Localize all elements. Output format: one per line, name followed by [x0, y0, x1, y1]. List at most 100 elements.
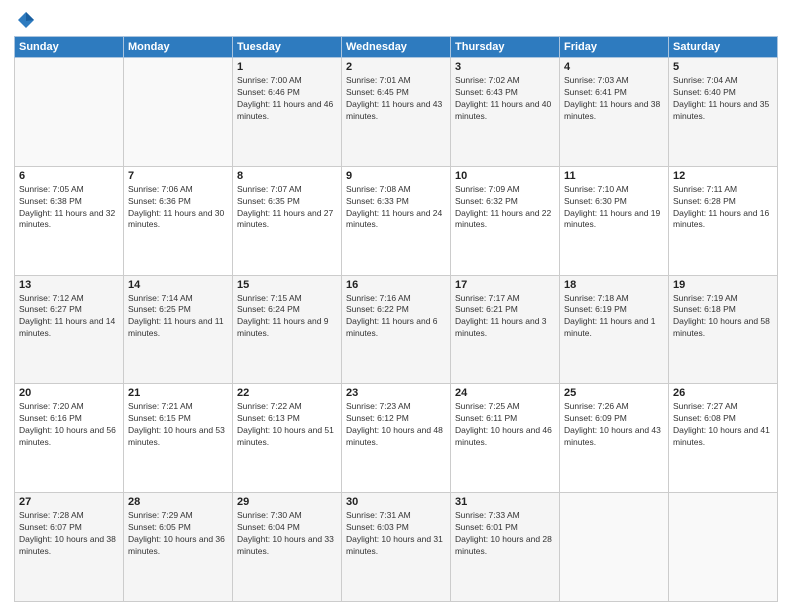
day-number: 10 [455, 170, 555, 182]
cell-info: Sunrise: 7:22 AMSunset: 6:13 PMDaylight:… [237, 401, 337, 449]
day-number: 29 [237, 496, 337, 508]
page: SundayMondayTuesdayWednesdayThursdayFrid… [0, 0, 792, 612]
cell-info: Sunrise: 7:07 AMSunset: 6:35 PMDaylight:… [237, 184, 337, 232]
calendar-cell: 30 Sunrise: 7:31 AMSunset: 6:03 PMDayligh… [342, 493, 451, 602]
cell-info: Sunrise: 7:25 AMSunset: 6:11 PMDaylight:… [455, 401, 555, 449]
day-number: 14 [128, 279, 228, 291]
calendar-cell: 26Sunrise: 7:27 AMSunset: 6:08 PMDayligh… [669, 384, 778, 493]
cell-info: Sunrise: 7:16 AMSunset: 6:22 PMDaylight:… [346, 293, 446, 341]
calendar-cell: 7 Sunrise: 7:06 AMSunset: 6:36 PMDaylight… [124, 166, 233, 275]
day-number: 24 [455, 387, 555, 399]
cell-info: Sunrise: 7:02 AMSunset: 6:43 PMDaylight:… [455, 75, 555, 123]
calendar-cell: 16Sunrise: 7:16 AMSunset: 6:22 PMDayligh… [342, 275, 451, 384]
cell-info: Sunrise: 7:30 AMSunset: 6:04 PMDaylight:… [237, 510, 337, 558]
calendar-cell: 25 Sunrise: 7:26 AMSunset: 6:09 PMDayligh… [560, 384, 669, 493]
day-number: 21 [128, 387, 228, 399]
day-number: 3 [455, 61, 555, 73]
calendar-cell: 19 Sunrise: 7:19 AMSunset: 6:18 PMDayligh… [669, 275, 778, 384]
calendar-cell: 8 Sunrise: 7:07 AMSunset: 6:35 PMDaylight… [233, 166, 342, 275]
day-number: 17 [455, 279, 555, 291]
cell-info: Sunrise: 7:33 AMSunset: 6:01 PMDaylight:… [455, 510, 555, 558]
calendar-cell: 18 Sunrise: 7:18 AMSunset: 6:19 PMDayligh… [560, 275, 669, 384]
weekday-header: Wednesday [342, 37, 451, 58]
day-number: 6 [19, 170, 119, 182]
calendar-cell: 27Sunrise: 7:28 AMSunset: 6:07 PMDayligh… [15, 493, 124, 602]
calendar-cell: 14 Sunrise: 7:14 AMSunset: 6:25 PMDayligh… [124, 275, 233, 384]
calendar-cell: 11 Sunrise: 7:10 AMSunset: 6:30 PMDayligh… [560, 166, 669, 275]
day-number: 15 [237, 279, 337, 291]
calendar-cell: 17 Sunrise: 7:17 AMSunset: 6:21 PMDayligh… [451, 275, 560, 384]
cell-info: Sunrise: 7:10 AMSunset: 6:30 PMDaylight:… [564, 184, 664, 232]
calendar-cell [669, 493, 778, 602]
logo-icon [16, 10, 36, 30]
weekday-header: Saturday [669, 37, 778, 58]
calendar-cell: 31 Sunrise: 7:33 AMSunset: 6:01 PMDayligh… [451, 493, 560, 602]
calendar-cell: 13 Sunrise: 7:12 AMSunset: 6:27 PMDayligh… [15, 275, 124, 384]
day-number: 23 [346, 387, 446, 399]
calendar-cell: 28 Sunrise: 7:29 AMSunset: 6:05 PMDayligh… [124, 493, 233, 602]
day-number: 25 [564, 387, 664, 399]
calendar-cell: 20Sunrise: 7:20 AMSunset: 6:16 PMDayligh… [15, 384, 124, 493]
cell-info: Sunrise: 7:31 AMSunset: 6:03 PMDaylight:… [346, 510, 446, 558]
day-number: 27 [19, 496, 119, 508]
day-number: 8 [237, 170, 337, 182]
calendar-cell: 15 Sunrise: 7:15 AMSunset: 6:24 PMDayligh… [233, 275, 342, 384]
day-number: 1 [237, 61, 337, 73]
cell-info: Sunrise: 7:01 AMSunset: 6:45 PMDaylight:… [346, 75, 446, 123]
cell-info: Sunrise: 7:05 AMSunset: 6:38 PMDaylight:… [19, 184, 119, 232]
day-number: 22 [237, 387, 337, 399]
cell-info: Sunrise: 7:15 AMSunset: 6:24 PMDaylight:… [237, 293, 337, 341]
cell-info: Sunrise: 7:18 AMSunset: 6:19 PMDaylight:… [564, 293, 664, 341]
cell-info: Sunrise: 7:19 AMSunset: 6:18 PMDaylight:… [673, 293, 773, 341]
cell-info: Sunrise: 7:17 AMSunset: 6:21 PMDaylight:… [455, 293, 555, 341]
calendar-cell: 5 Sunrise: 7:04 AMSunset: 6:40 PMDaylight… [669, 58, 778, 167]
calendar-cell: 9Sunrise: 7:08 AMSunset: 6:33 PMDaylight… [342, 166, 451, 275]
cell-info: Sunrise: 7:26 AMSunset: 6:09 PMDaylight:… [564, 401, 664, 449]
day-number: 5 [673, 61, 773, 73]
weekday-header: Friday [560, 37, 669, 58]
day-number: 9 [346, 170, 446, 182]
logo [14, 10, 36, 30]
day-number: 31 [455, 496, 555, 508]
day-number: 7 [128, 170, 228, 182]
cell-info: Sunrise: 7:14 AMSunset: 6:25 PMDaylight:… [128, 293, 228, 341]
day-number: 4 [564, 61, 664, 73]
cell-info: Sunrise: 7:06 AMSunset: 6:36 PMDaylight:… [128, 184, 228, 232]
day-number: 11 [564, 170, 664, 182]
day-number: 28 [128, 496, 228, 508]
calendar-cell: 12Sunrise: 7:11 AMSunset: 6:28 PMDayligh… [669, 166, 778, 275]
cell-info: Sunrise: 7:27 AMSunset: 6:08 PMDaylight:… [673, 401, 773, 449]
cell-info: Sunrise: 7:23 AMSunset: 6:12 PMDaylight:… [346, 401, 446, 449]
calendar-cell [124, 58, 233, 167]
calendar-week-row: 6 Sunrise: 7:05 AMSunset: 6:38 PMDaylight… [15, 166, 778, 275]
calendar-cell [560, 493, 669, 602]
weekday-header: Tuesday [233, 37, 342, 58]
calendar-cell: 23 Sunrise: 7:23 AMSunset: 6:12 PMDayligh… [342, 384, 451, 493]
calendar-table: SundayMondayTuesdayWednesdayThursdayFrid… [14, 36, 778, 602]
calendar-cell: 10Sunrise: 7:09 AMSunset: 6:32 PMDayligh… [451, 166, 560, 275]
day-number: 20 [19, 387, 119, 399]
calendar-cell: 2 Sunrise: 7:01 AMSunset: 6:45 PMDaylight… [342, 58, 451, 167]
cell-info: Sunrise: 7:04 AMSunset: 6:40 PMDaylight:… [673, 75, 773, 123]
calendar-cell: 4Sunrise: 7:03 AMSunset: 6:41 PMDaylight… [560, 58, 669, 167]
weekday-header-row: SundayMondayTuesdayWednesdayThursdayFrid… [15, 37, 778, 58]
day-number: 13 [19, 279, 119, 291]
day-number: 18 [564, 279, 664, 291]
day-number: 30 [346, 496, 446, 508]
calendar-cell: 3 Sunrise: 7:02 AMSunset: 6:43 PMDaylight… [451, 58, 560, 167]
weekday-header: Sunday [15, 37, 124, 58]
calendar-cell: 29 Sunrise: 7:30 AMSunset: 6:04 PMDayligh… [233, 493, 342, 602]
calendar-week-row: 20Sunrise: 7:20 AMSunset: 6:16 PMDayligh… [15, 384, 778, 493]
calendar-cell: 6 Sunrise: 7:05 AMSunset: 6:38 PMDaylight… [15, 166, 124, 275]
calendar-cell: 24 Sunrise: 7:25 AMSunset: 6:11 PMDayligh… [451, 384, 560, 493]
cell-info: Sunrise: 7:00 AMSunset: 6:46 PMDaylight:… [237, 75, 337, 123]
cell-info: Sunrise: 7:12 AMSunset: 6:27 PMDaylight:… [19, 293, 119, 341]
cell-info: Sunrise: 7:29 AMSunset: 6:05 PMDaylight:… [128, 510, 228, 558]
day-number: 2 [346, 61, 446, 73]
calendar-cell: 1 Sunrise: 7:00 AMSunset: 6:46 PMDaylight… [233, 58, 342, 167]
calendar-week-row: 27Sunrise: 7:28 AMSunset: 6:07 PMDayligh… [15, 493, 778, 602]
cell-info: Sunrise: 7:11 AMSunset: 6:28 PMDaylight:… [673, 184, 773, 232]
calendar-week-row: 13 Sunrise: 7:12 AMSunset: 6:27 PMDayligh… [15, 275, 778, 384]
calendar-week-row: 1 Sunrise: 7:00 AMSunset: 6:46 PMDaylight… [15, 58, 778, 167]
day-number: 19 [673, 279, 773, 291]
